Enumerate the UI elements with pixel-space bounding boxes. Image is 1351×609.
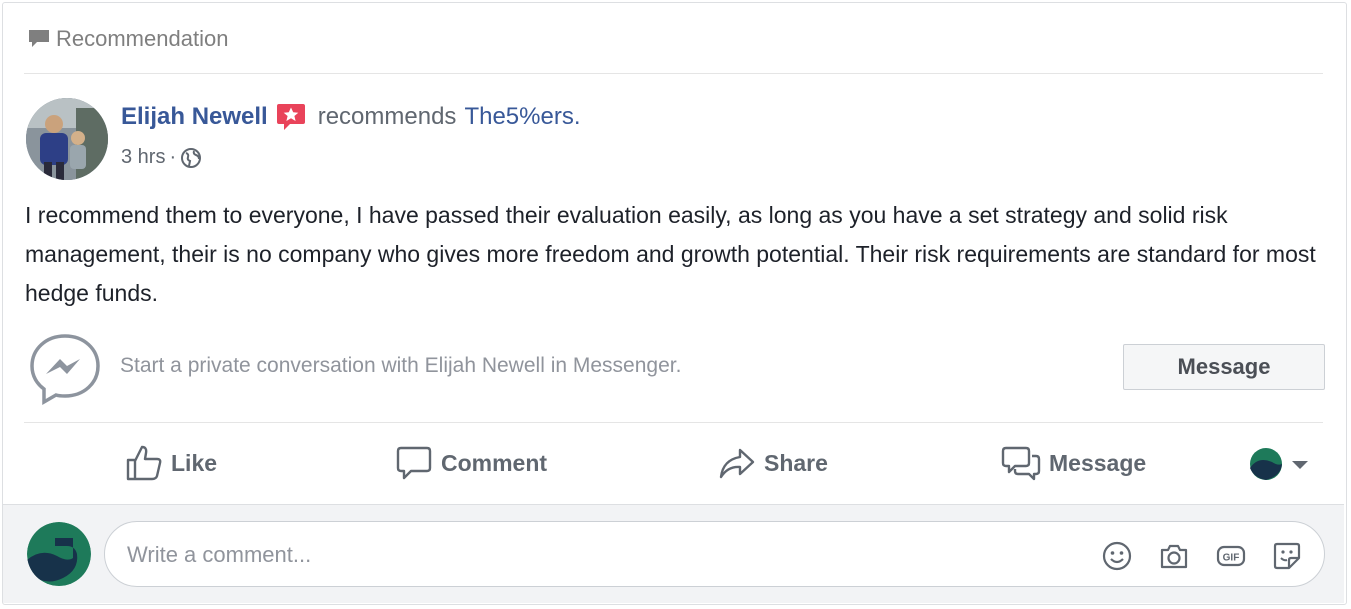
message-label: Message bbox=[1049, 449, 1147, 476]
timestamp-link[interactable]: 3 hrs bbox=[121, 146, 165, 169]
post-meta: 3 hrs · bbox=[121, 146, 202, 169]
page-name-link[interactable]: The5%ers. bbox=[464, 103, 580, 131]
recommends-verb: recommends bbox=[317, 103, 457, 130]
chevron-down-icon bbox=[1292, 461, 1308, 469]
author-line: Elijah Newell recommends The5%ers. bbox=[121, 102, 581, 132]
camera-icon[interactable] bbox=[1158, 540, 1190, 572]
commenter-avatar bbox=[27, 522, 91, 586]
comment-box[interactable]: GIF bbox=[104, 521, 1325, 588]
share-button[interactable]: Share bbox=[718, 440, 828, 486]
comment-button[interactable]: Comment bbox=[395, 440, 547, 486]
sticker-icon[interactable] bbox=[1271, 540, 1303, 572]
comment-label: Comment bbox=[441, 449, 548, 476]
like-icon bbox=[126, 445, 162, 481]
svg-text:GIF: GIF bbox=[1223, 553, 1240, 564]
comment-input[interactable] bbox=[125, 522, 1029, 588]
recommendation-badge-icon bbox=[276, 102, 306, 132]
comment-bubble-icon bbox=[29, 30, 49, 47]
audience-selector-icon[interactable] bbox=[1248, 446, 1318, 482]
comment-icon bbox=[396, 446, 432, 480]
author-name-link[interactable]: Elijah Newell bbox=[121, 103, 268, 131]
header-label: Recommendation bbox=[56, 26, 229, 51]
meta-separator: · bbox=[169, 146, 177, 168]
message-button[interactable]: Message bbox=[1001, 440, 1146, 486]
messenger-message-button[interactable]: Message bbox=[1123, 344, 1325, 390]
message-icon bbox=[1001, 446, 1041, 481]
messenger-icon bbox=[30, 334, 100, 406]
share-label: Share bbox=[764, 449, 828, 476]
gif-icon[interactable]: GIF bbox=[1215, 540, 1247, 572]
post-body: I recommend them to everyone, I have pas… bbox=[25, 202, 1316, 306]
share-icon bbox=[719, 448, 755, 479]
author-avatar[interactable] bbox=[26, 98, 108, 180]
header-divider bbox=[24, 73, 1323, 74]
messenger-prompt: Start a private conversation with Elijah… bbox=[120, 354, 682, 377]
like-button[interactable]: Like bbox=[125, 440, 217, 486]
actions-divider bbox=[24, 422, 1323, 423]
globe-icon[interactable] bbox=[180, 147, 202, 169]
emoji-icon[interactable] bbox=[1101, 540, 1133, 572]
like-label: Like bbox=[171, 449, 218, 476]
card-header: Recommendation bbox=[28, 26, 228, 52]
